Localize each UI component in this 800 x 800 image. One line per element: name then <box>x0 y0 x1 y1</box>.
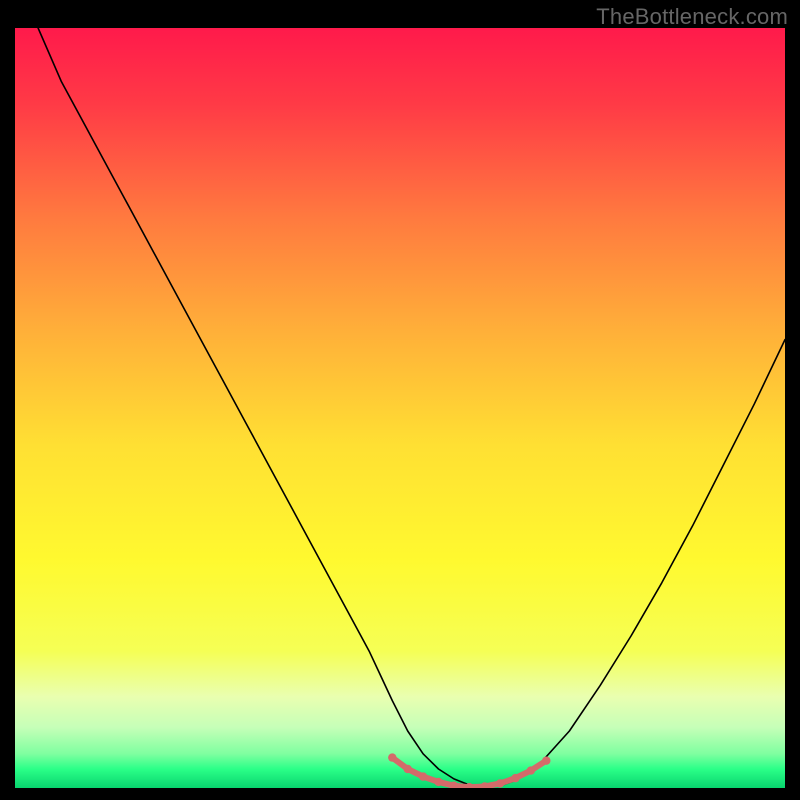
bottleneck-chart <box>15 28 785 788</box>
green-band-marker <box>527 766 535 774</box>
green-band-marker <box>542 756 550 764</box>
green-band-marker <box>388 753 396 761</box>
gradient-background <box>15 28 785 788</box>
green-band-marker <box>404 765 412 773</box>
watermark-text: TheBottleneck.com <box>596 4 788 30</box>
green-band-marker <box>419 772 427 780</box>
green-band-marker <box>434 778 442 786</box>
chart-frame: TheBottleneck.com <box>0 0 800 800</box>
green-band-marker <box>496 779 504 787</box>
plot-area <box>15 28 785 788</box>
green-band-marker <box>511 774 519 782</box>
